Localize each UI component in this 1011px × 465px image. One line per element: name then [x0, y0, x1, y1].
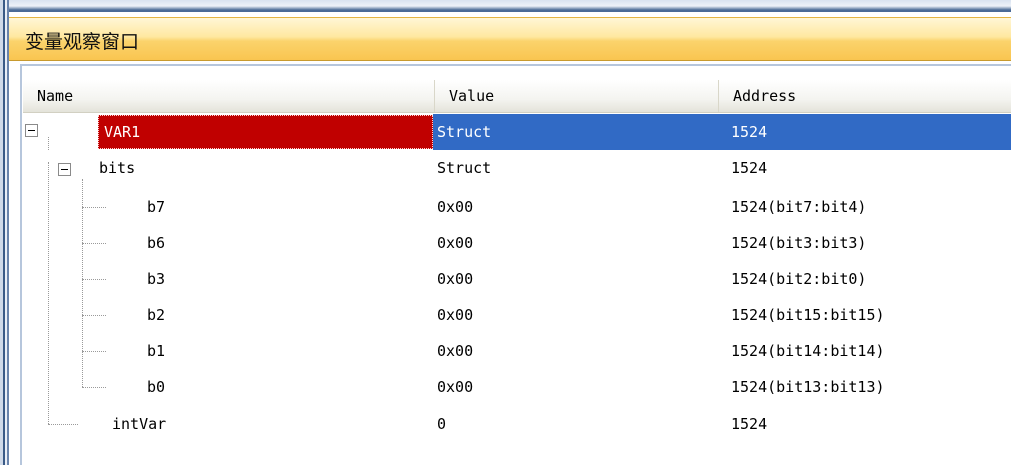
- row-selection-highlight: [433, 114, 1011, 150]
- tree-row-b6[interactable]: b6 0x00 1524(bit3:bit3): [23, 225, 1011, 261]
- row-address: 1524: [731, 159, 768, 177]
- window-left-border: [0, 0, 9, 465]
- row-value: 0: [437, 415, 447, 433]
- tree-row-b0[interactable]: b0 0x00 1524(bit13:bit13): [23, 369, 1011, 405]
- tree-row-bits[interactable]: bits Struct 1524: [23, 150, 1011, 186]
- row-address: 1524(bit2:bit0): [731, 270, 867, 288]
- column-header: Name Value Address: [23, 80, 1011, 113]
- row-name: b6: [147, 234, 166, 252]
- tree-row-var1[interactable]: VAR1 Struct 1524: [23, 114, 1011, 150]
- row-value: 0x00: [437, 306, 474, 324]
- row-address: 1524(bit13:bit13): [731, 378, 885, 396]
- column-header-value[interactable]: Value: [435, 80, 719, 112]
- row-name: b1: [147, 342, 166, 360]
- row-value: 0x00: [437, 378, 474, 396]
- row-name: intVar: [112, 415, 167, 433]
- window-top-border: [9, 0, 1011, 12]
- row-name: b2: [147, 306, 166, 324]
- row-value: Struct: [437, 123, 492, 141]
- collapse-icon[interactable]: [58, 163, 71, 176]
- row-name: b3: [147, 270, 166, 288]
- name-cell-highlight: [98, 115, 433, 149]
- row-name: bits: [99, 159, 136, 177]
- row-value: Struct: [437, 159, 492, 177]
- row-value: 0x00: [437, 198, 474, 216]
- panel-title: 变量观察窗口: [25, 31, 140, 53]
- tree-row-b3[interactable]: b3 0x00 1524(bit2:bit0): [23, 261, 1011, 297]
- collapse-icon[interactable]: [25, 124, 38, 137]
- row-value: 0x00: [437, 342, 474, 360]
- row-name: b7: [147, 198, 166, 216]
- row-value: 0x00: [437, 234, 474, 252]
- panel-title-bar[interactable]: 变量观察窗口: [9, 17, 1011, 61]
- column-header-address[interactable]: Address: [719, 80, 1011, 112]
- tree-row-b1[interactable]: b1 0x00 1524(bit14:bit14): [23, 333, 1011, 369]
- row-name: b0: [147, 378, 166, 396]
- tree-row-b2[interactable]: b2 0x00 1524(bit15:bit15): [23, 297, 1011, 333]
- row-address: 1524(bit7:bit4): [731, 198, 867, 216]
- watch-window: 变量观察窗口 Name Value Address VAR1 Struct 15…: [0, 0, 1011, 465]
- tree-row-intvar[interactable]: intVar 0 1524: [23, 406, 1011, 442]
- row-address: 1524(bit3:bit3): [731, 234, 867, 252]
- row-address: 1524(bit15:bit15): [731, 306, 885, 324]
- row-name: VAR1: [104, 123, 141, 141]
- row-address: 1524: [731, 415, 768, 433]
- column-header-name[interactable]: Name: [23, 80, 435, 112]
- row-value: 0x00: [437, 270, 474, 288]
- row-address: 1524: [731, 123, 768, 141]
- tree-row-b7[interactable]: b7 0x00 1524(bit7:bit4): [23, 189, 1011, 225]
- row-address: 1524(bit14:bit14): [731, 342, 885, 360]
